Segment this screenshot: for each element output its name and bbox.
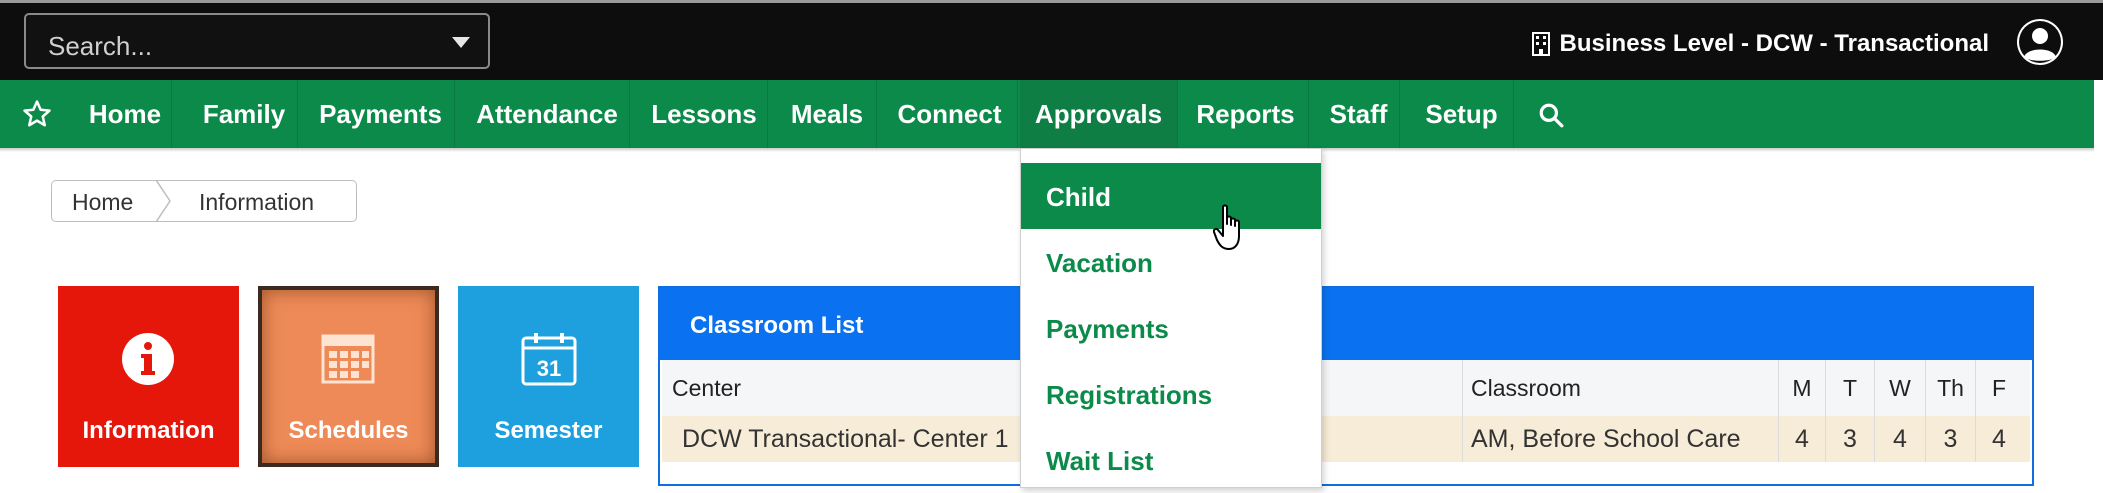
row-t: 3 bbox=[1825, 416, 1874, 462]
row-w: 4 bbox=[1874, 416, 1925, 462]
schedules-tile[interactable]: Schedules bbox=[258, 286, 439, 467]
column-header-f[interactable]: F bbox=[1975, 360, 2022, 416]
row-f: 4 bbox=[1975, 416, 2022, 462]
business-level[interactable]: Business Level - DCW - Transactional bbox=[1531, 30, 1989, 58]
classroom-list-title: Classroom List bbox=[690, 312, 864, 339]
dropdown-item-child[interactable]: Child bbox=[1021, 163, 1321, 229]
user-avatar-icon[interactable] bbox=[2015, 17, 2065, 67]
breadcrumb-information: Information bbox=[199, 189, 315, 215]
row-classroom: AM, Before School Care bbox=[1462, 416, 1778, 462]
calendar-31-icon-text: 31 bbox=[537, 356, 561, 381]
row-m: 4 bbox=[1778, 416, 1825, 462]
info-icon bbox=[122, 333, 174, 385]
dropdown-item-vacation-label: Vacation bbox=[1046, 248, 1153, 278]
dropdown-item-payments-label: Payments bbox=[1046, 314, 1169, 344]
nav-item-family[interactable]: Family bbox=[191, 80, 298, 148]
column-header-th[interactable]: Th bbox=[1925, 360, 1975, 416]
column-header-classroom[interactable]: Classroom bbox=[1462, 360, 1778, 416]
nav-item-attendance[interactable]: Attendance bbox=[465, 80, 630, 148]
information-tile[interactable]: Information bbox=[58, 286, 239, 467]
star-icon[interactable] bbox=[22, 99, 52, 129]
nav-item-staff[interactable]: Staff bbox=[1318, 80, 1400, 148]
nav-item-setup[interactable]: Setup bbox=[1410, 80, 1514, 148]
search-placeholder: Search... bbox=[48, 31, 153, 61]
dropdown-item-registrations-label: Registrations bbox=[1046, 380, 1213, 410]
breadcrumb: Home Information bbox=[51, 180, 357, 222]
dropdown-item-child-label: Child bbox=[1046, 182, 1111, 212]
dropdown-item-wait-list-label: Wait List bbox=[1046, 446, 1154, 476]
hand-pointer-cursor-icon bbox=[1213, 204, 1240, 250]
dropdown-item-vacation[interactable]: Vacation bbox=[1021, 229, 1321, 295]
dropdown-item-wait-list[interactable]: Wait List bbox=[1021, 427, 1321, 493]
nav-item-approvals[interactable]: Approvals bbox=[1020, 80, 1178, 148]
chevron-down-icon[interactable] bbox=[452, 37, 470, 48]
nav-item-reports[interactable]: Reports bbox=[1183, 80, 1309, 148]
search-select[interactable]: Search... bbox=[24, 13, 490, 69]
semester-tile-label: Semester bbox=[494, 417, 603, 444]
dropdown-item-registrations[interactable]: Registrations bbox=[1021, 361, 1321, 427]
column-header-m[interactable]: M bbox=[1778, 360, 1825, 416]
approvals-dropdown: Child Vacation Payments Registrations Wa… bbox=[1020, 148, 1322, 488]
building-icon bbox=[1531, 32, 1550, 56]
row-th: 3 bbox=[1925, 416, 1975, 462]
dropdown-item-payments[interactable]: Payments bbox=[1021, 295, 1321, 361]
classroom-list-panel: Classroom List Center Classroom M T W Th… bbox=[658, 286, 2034, 486]
calendar-31-icon: 31 bbox=[521, 333, 577, 386]
column-header-t[interactable]: T bbox=[1825, 360, 1874, 416]
column-header-w[interactable]: W bbox=[1874, 360, 1925, 416]
row-center: DCW Transactional- Center 1 bbox=[682, 424, 1009, 453]
classroom-list-header: Classroom List bbox=[660, 288, 2032, 360]
table-header: Center Classroom M T W Th F bbox=[662, 360, 2030, 417]
information-tile-label: Information bbox=[82, 417, 215, 444]
semester-tile[interactable]: 31 Semester bbox=[458, 286, 639, 467]
main-nav: Home Family Payments Attendance Lessons … bbox=[0, 80, 2094, 148]
top-bar: Search... Business Level - DCW - Transac… bbox=[0, 0, 2103, 80]
schedules-tile-label: Schedules bbox=[288, 417, 409, 444]
nav-item-meals[interactable]: Meals bbox=[778, 80, 877, 148]
breadcrumb-separator-icon bbox=[155, 180, 171, 222]
nav-item-connect[interactable]: Connect bbox=[882, 80, 1018, 148]
nav-item-home[interactable]: Home bbox=[79, 80, 172, 148]
business-level-label: Business Level - DCW - Transactional bbox=[1559, 30, 1989, 57]
column-header-center[interactable]: Center bbox=[672, 360, 741, 416]
table-row[interactable]: DCW Transactional- Center 1 AM, Before S… bbox=[662, 416, 2030, 462]
search-icon[interactable] bbox=[1538, 102, 1564, 128]
calendar-grid-icon bbox=[321, 334, 375, 384]
nav-item-payments[interactable]: Payments bbox=[307, 80, 455, 148]
nav-item-lessons[interactable]: Lessons bbox=[641, 80, 768, 148]
breadcrumb-home[interactable]: Home bbox=[72, 189, 133, 216]
